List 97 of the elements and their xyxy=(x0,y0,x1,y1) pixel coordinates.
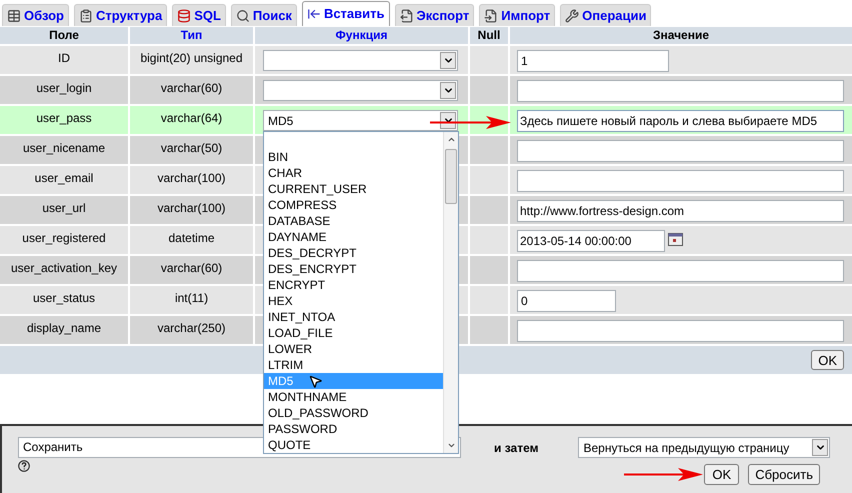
then-label: и затем xyxy=(494,440,538,456)
ok-button[interactable]: OK xyxy=(704,464,740,485)
dropdown-option[interactable]: DATABASE xyxy=(264,213,443,229)
mouse-cursor-icon xyxy=(308,374,323,389)
field-name-cell: user_email xyxy=(0,166,128,194)
field-name-cell: user_pass xyxy=(0,106,128,134)
null-cell xyxy=(470,226,508,254)
dropdown-option[interactable]: ENCRYPT xyxy=(264,277,443,293)
field-name-cell: user_login xyxy=(0,76,128,104)
function-select[interactable]: MD5 xyxy=(263,110,458,131)
value-field[interactable] xyxy=(517,140,844,162)
dropdown-option[interactable]: DAYNAME xyxy=(264,229,443,245)
field-type-cell: varchar(50) xyxy=(130,136,253,164)
dropdown-option[interactable]: LTRIM xyxy=(264,357,443,373)
value-field[interactable]: http://www.fortress-design.com xyxy=(517,200,844,222)
value-field[interactable] xyxy=(517,260,844,282)
field-name-cell: user_activation_key xyxy=(0,256,128,284)
tab[interactable]: Операции xyxy=(560,4,652,26)
function-select[interactable] xyxy=(263,50,458,71)
after-save-select[interactable]: Вернуться на предыдущую страницу xyxy=(578,437,830,458)
field-type-cell: varchar(60) xyxy=(130,256,253,284)
tab[interactable]: Импорт xyxy=(479,4,556,26)
column-header: Значение xyxy=(510,27,852,44)
value-field[interactable] xyxy=(517,170,844,192)
ok-button[interactable]: OK xyxy=(811,350,844,370)
dropdown-option[interactable]: HEX xyxy=(264,293,443,309)
null-cell xyxy=(470,166,508,194)
scrollbar[interactable] xyxy=(443,132,458,453)
column-header: Null xyxy=(470,27,508,44)
tab[interactable]: Обзор xyxy=(2,4,69,26)
arrow-icon xyxy=(624,467,704,482)
dropdown-option[interactable]: PASSWORD xyxy=(264,421,443,437)
function-select[interactable] xyxy=(263,80,458,101)
dropdown-option[interactable]: LOAD_FILE xyxy=(264,325,443,341)
help-icon[interactable] xyxy=(18,460,30,472)
value-field[interactable] xyxy=(517,80,844,102)
database-icon xyxy=(177,8,192,22)
value-field[interactable] xyxy=(517,320,844,342)
dropdown-option[interactable]: LOWER xyxy=(264,341,443,357)
table-icon xyxy=(7,8,21,22)
dropdown-option[interactable]: CURRENT_USER xyxy=(264,181,443,197)
search-icon xyxy=(236,8,250,22)
tab[interactable]: Поиск xyxy=(230,4,297,26)
dropdown-option[interactable]: COMPRESS xyxy=(264,197,443,213)
field-type-cell: int(11) xyxy=(130,286,253,314)
tab[interactable]: Экспорт xyxy=(394,4,474,26)
scrollbar-thumb[interactable] xyxy=(445,149,457,204)
field-name-cell: user_nicename xyxy=(0,136,128,164)
field-type-cell: datetime xyxy=(130,226,253,254)
field-type-cell: varchar(64) xyxy=(130,106,253,134)
field-type-cell: bigint(20) unsigned xyxy=(130,46,253,74)
scroll-down-icon[interactable] xyxy=(446,441,456,450)
field-type-cell: varchar(100) xyxy=(130,196,253,224)
tab[interactable]: Структура xyxy=(74,4,168,26)
scroll-up-icon[interactable] xyxy=(446,135,456,144)
column-header[interactable]: Функция xyxy=(255,27,468,44)
null-cell xyxy=(470,46,508,74)
export-icon xyxy=(400,8,414,22)
null-cell xyxy=(470,256,508,284)
dropdown-option[interactable]: DES_DECRYPT xyxy=(264,245,443,261)
wrench-icon xyxy=(565,8,580,22)
value-field[interactable]: 0 xyxy=(517,290,616,312)
dropdown-option[interactable]: QUOTE xyxy=(264,437,443,453)
import-icon xyxy=(484,8,498,22)
null-cell xyxy=(470,76,508,104)
dropdown-option[interactable]: INET_NTOA xyxy=(264,309,443,325)
calendar-icon[interactable] xyxy=(668,233,683,246)
clipboard-icon xyxy=(79,8,93,22)
null-cell xyxy=(470,316,508,344)
dropdown-option[interactable]: OLD_PASSWORD xyxy=(264,405,443,421)
dropdown-option[interactable]: MONTHNAME xyxy=(264,389,443,405)
field-type-cell: varchar(60) xyxy=(130,76,253,104)
field-name-cell: ID xyxy=(0,46,128,74)
dropdown-option[interactable]: CHAR xyxy=(264,165,443,181)
insert-icon xyxy=(306,7,321,21)
field-type-cell: varchar(100) xyxy=(130,166,253,194)
field-name-cell: display_name xyxy=(0,316,128,344)
select-value: MD5 xyxy=(268,112,294,130)
tab[interactable]: Вставить xyxy=(302,1,390,26)
column-header: Поле xyxy=(0,27,128,44)
null-cell xyxy=(470,136,508,164)
select-value: Вернуться на предыдущую страницу xyxy=(583,440,790,456)
column-header[interactable]: Тип xyxy=(130,27,253,44)
datetime-field[interactable]: 2013-05-14 00:00:00 xyxy=(517,230,665,252)
value-field[interactable]: Здесь пишете новый пароль и слева выбираете MD5 xyxy=(517,110,844,132)
tab[interactable]: SQL xyxy=(172,4,226,26)
value-field[interactable]: 1 xyxy=(517,50,669,72)
arrow-icon xyxy=(430,115,512,130)
reset-button[interactable]: Сбросить xyxy=(748,464,820,485)
null-cell xyxy=(470,196,508,224)
field-name-cell: user_registered xyxy=(0,226,128,254)
field-type-cell: varchar(250) xyxy=(130,316,253,344)
field-name-cell: user_status xyxy=(0,286,128,314)
null-cell xyxy=(470,286,508,314)
field-name-cell: user_url xyxy=(0,196,128,224)
dropdown-option[interactable]: DES_ENCRYPT xyxy=(264,261,443,277)
dropdown-option[interactable]: BIN xyxy=(264,149,443,165)
